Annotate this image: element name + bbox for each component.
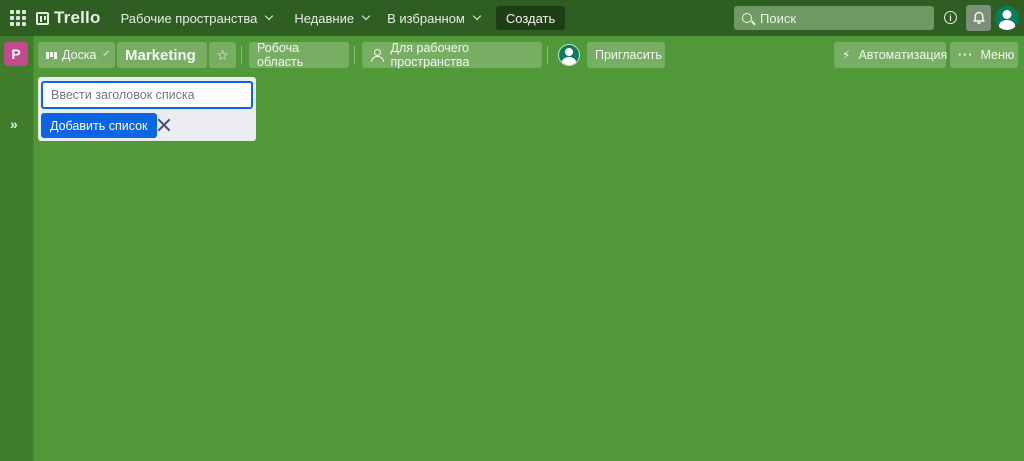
- workspace-badge[interactable]: P: [4, 42, 28, 66]
- board-view-switcher[interactable]: Доска: [38, 42, 115, 68]
- board-title-text: Marketing: [125, 46, 196, 64]
- bell-icon: [972, 11, 985, 24]
- trello-logo[interactable]: Trello: [36, 8, 101, 28]
- divider: [241, 46, 242, 64]
- search-icon: [742, 13, 752, 23]
- create-label: Создать: [505, 10, 556, 26]
- board-member-avatar[interactable]: [558, 44, 580, 66]
- app-name: Trello: [54, 8, 101, 27]
- notifications-button[interactable]: [966, 5, 991, 31]
- information-icon[interactable]: i: [944, 11, 957, 24]
- workspace-visible-button[interactable]: Для рабочего пространства: [362, 41, 542, 69]
- board-header: Доска Marketing ☆ Робоча область Для раб…: [34, 36, 1024, 76]
- user-avatar[interactable]: [995, 6, 1019, 30]
- board-view-label: Доска: [62, 48, 97, 62]
- list-title-input[interactable]: [41, 81, 253, 109]
- create-button[interactable]: Создать: [495, 6, 566, 30]
- divider: [547, 46, 548, 64]
- add-list-composer: Добавить список: [38, 77, 256, 141]
- recent-menu-button[interactable]: Недавние: [286, 4, 377, 32]
- for-workspace-label: Для рабочего пространства: [390, 41, 470, 69]
- workspace-visibility-label: Робоча область: [257, 41, 304, 69]
- automation-button[interactable]: ⚡ Автоматизация: [834, 42, 948, 68]
- chevron-down-icon: [265, 11, 274, 21]
- chevron-down-icon: [472, 11, 482, 21]
- search-placeholder: Поиск: [760, 10, 797, 26]
- star-board-button[interactable]: ☆: [209, 42, 236, 68]
- close-icon[interactable]: [156, 117, 172, 133]
- automation-label: Автоматизация: [858, 48, 948, 62]
- avatar-body: [562, 57, 576, 65]
- menu-label: Меню: [980, 48, 1015, 62]
- invite-button[interactable]: Пригласить: [587, 42, 665, 68]
- recent-label: Недавние: [294, 10, 355, 26]
- workspace-sidebar: P »: [0, 36, 34, 461]
- people-icon: [370, 49, 384, 62]
- expand-sidebar-icon[interactable]: »: [10, 116, 18, 132]
- chevron-down-icon: [102, 50, 109, 56]
- avatar-body: [999, 20, 1015, 30]
- info-glyph: i: [949, 12, 952, 23]
- starred-label: В избранном: [387, 10, 465, 26]
- more-dots-icon: ···: [958, 48, 974, 62]
- chevron-down-icon: [361, 11, 371, 21]
- trello-logo-icon: [36, 11, 49, 25]
- workspace-visibility-button[interactable]: Робоча область: [249, 41, 349, 69]
- board-title[interactable]: Marketing: [117, 42, 207, 68]
- avatar-head: [565, 48, 573, 56]
- divider: [354, 46, 355, 64]
- avatar-head: [1002, 10, 1012, 19]
- app-switcher-icon[interactable]: [8, 8, 28, 28]
- board-menu-button[interactable]: ··· Меню: [950, 42, 1018, 68]
- workspaces-label: Рабочие пространства: [120, 10, 258, 26]
- add-list-button[interactable]: Добавить список: [41, 113, 157, 138]
- workspace-initial: P: [11, 46, 21, 62]
- expand-glyph: »: [10, 116, 18, 132]
- star-icon: ☆: [216, 46, 229, 63]
- board-view-icon: [46, 51, 57, 59]
- invite-label: Пригласить: [595, 48, 662, 62]
- search-input[interactable]: Поиск: [734, 6, 934, 30]
- workspaces-menu-button[interactable]: Рабочие пространства: [113, 4, 281, 32]
- add-list-button-label: Добавить список: [50, 118, 148, 133]
- starred-menu-button[interactable]: В избранном: [379, 4, 488, 32]
- lightning-icon: ⚡: [842, 48, 851, 62]
